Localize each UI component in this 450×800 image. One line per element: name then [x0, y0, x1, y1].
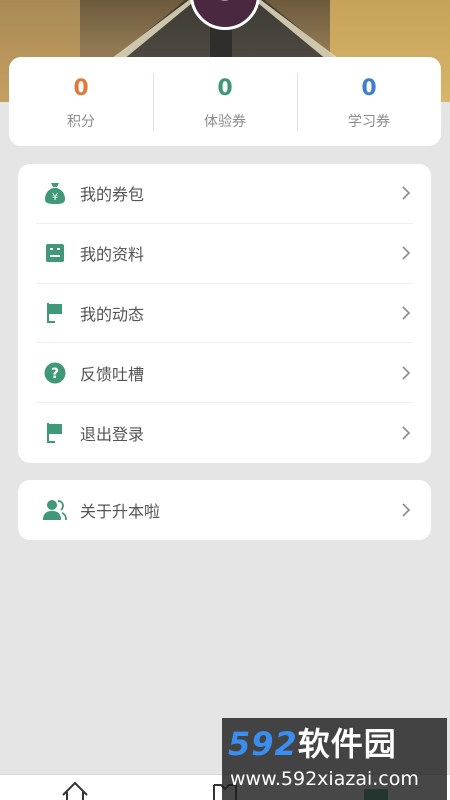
- stat-trial-coupons-label: 体验券: [204, 113, 246, 130]
- stat-points[interactable]: 0 积分: [9, 73, 153, 131]
- menu-item-label: 我的动态: [80, 304, 145, 324]
- chevron-right-icon: [402, 426, 411, 440]
- flag-icon: [43, 421, 67, 445]
- menu-item-label: 反馈吐槽: [80, 364, 145, 384]
- chevron-right-icon: [402, 306, 411, 320]
- chevron-right-icon: [402, 246, 411, 260]
- chevron-right-icon: [402, 366, 411, 380]
- svg-text:¥: ¥: [52, 192, 58, 203]
- menu-item-feedback[interactable]: ? 反馈吐槽: [36, 343, 413, 404]
- users-icon: [43, 498, 67, 522]
- about-card: 关于升本啦: [18, 480, 431, 540]
- money-bag-icon: ¥: [43, 181, 67, 205]
- stats-card: 0 积分 0 体验券 0 学习券: [9, 57, 441, 146]
- menu-item-label: 关于升本啦: [80, 502, 161, 521]
- menu-item-my-profile[interactable]: 我的资料: [36, 224, 413, 284]
- watermark-text: 软件园: [297, 725, 397, 763]
- menu-item-label: 我的资料: [80, 245, 145, 265]
- watermark-number: 592: [228, 725, 298, 763]
- menu-item-label: 我的券包: [80, 185, 145, 205]
- stat-study-coupons-value: 0: [361, 75, 377, 101]
- stat-points-label: 积分: [67, 113, 95, 130]
- home-icon[interactable]: [61, 781, 89, 800]
- stat-points-value: 0: [73, 75, 89, 101]
- chevron-right-icon: [402, 503, 411, 517]
- chevron-right-icon: [402, 186, 411, 200]
- menu-item-logout[interactable]: 退出登录: [36, 403, 413, 463]
- stat-trial-coupons[interactable]: 0 体验券: [153, 72, 297, 131]
- stat-study-coupons[interactable]: 0 学习券: [297, 72, 441, 131]
- menu-card: ¥ 我的券包 我的资料 我的动态 ? 反馈吐槽 退出登录: [18, 164, 431, 463]
- stat-trial-coupons-value: 0: [217, 75, 233, 101]
- stat-study-coupons-label: 学习券: [348, 113, 390, 130]
- profile-card-icon: [43, 241, 67, 265]
- watermark-logo: 592软件园: [228, 724, 397, 764]
- menu-item-coupon-wallet[interactable]: ¥ 我的券包: [36, 164, 413, 224]
- menu-item-my-activity[interactable]: 我的动态: [36, 284, 413, 344]
- site-watermark: 592软件园 www.592xiazai.com: [222, 718, 447, 800]
- flag-icon: [43, 301, 67, 325]
- watermark-url: www.592xiazai.com: [230, 768, 419, 790]
- menu-item-about[interactable]: 关于升本啦: [36, 480, 413, 540]
- question-icon: ?: [43, 361, 67, 385]
- svg-text:?: ?: [51, 366, 59, 382]
- menu-item-label: 退出登录: [80, 425, 145, 445]
